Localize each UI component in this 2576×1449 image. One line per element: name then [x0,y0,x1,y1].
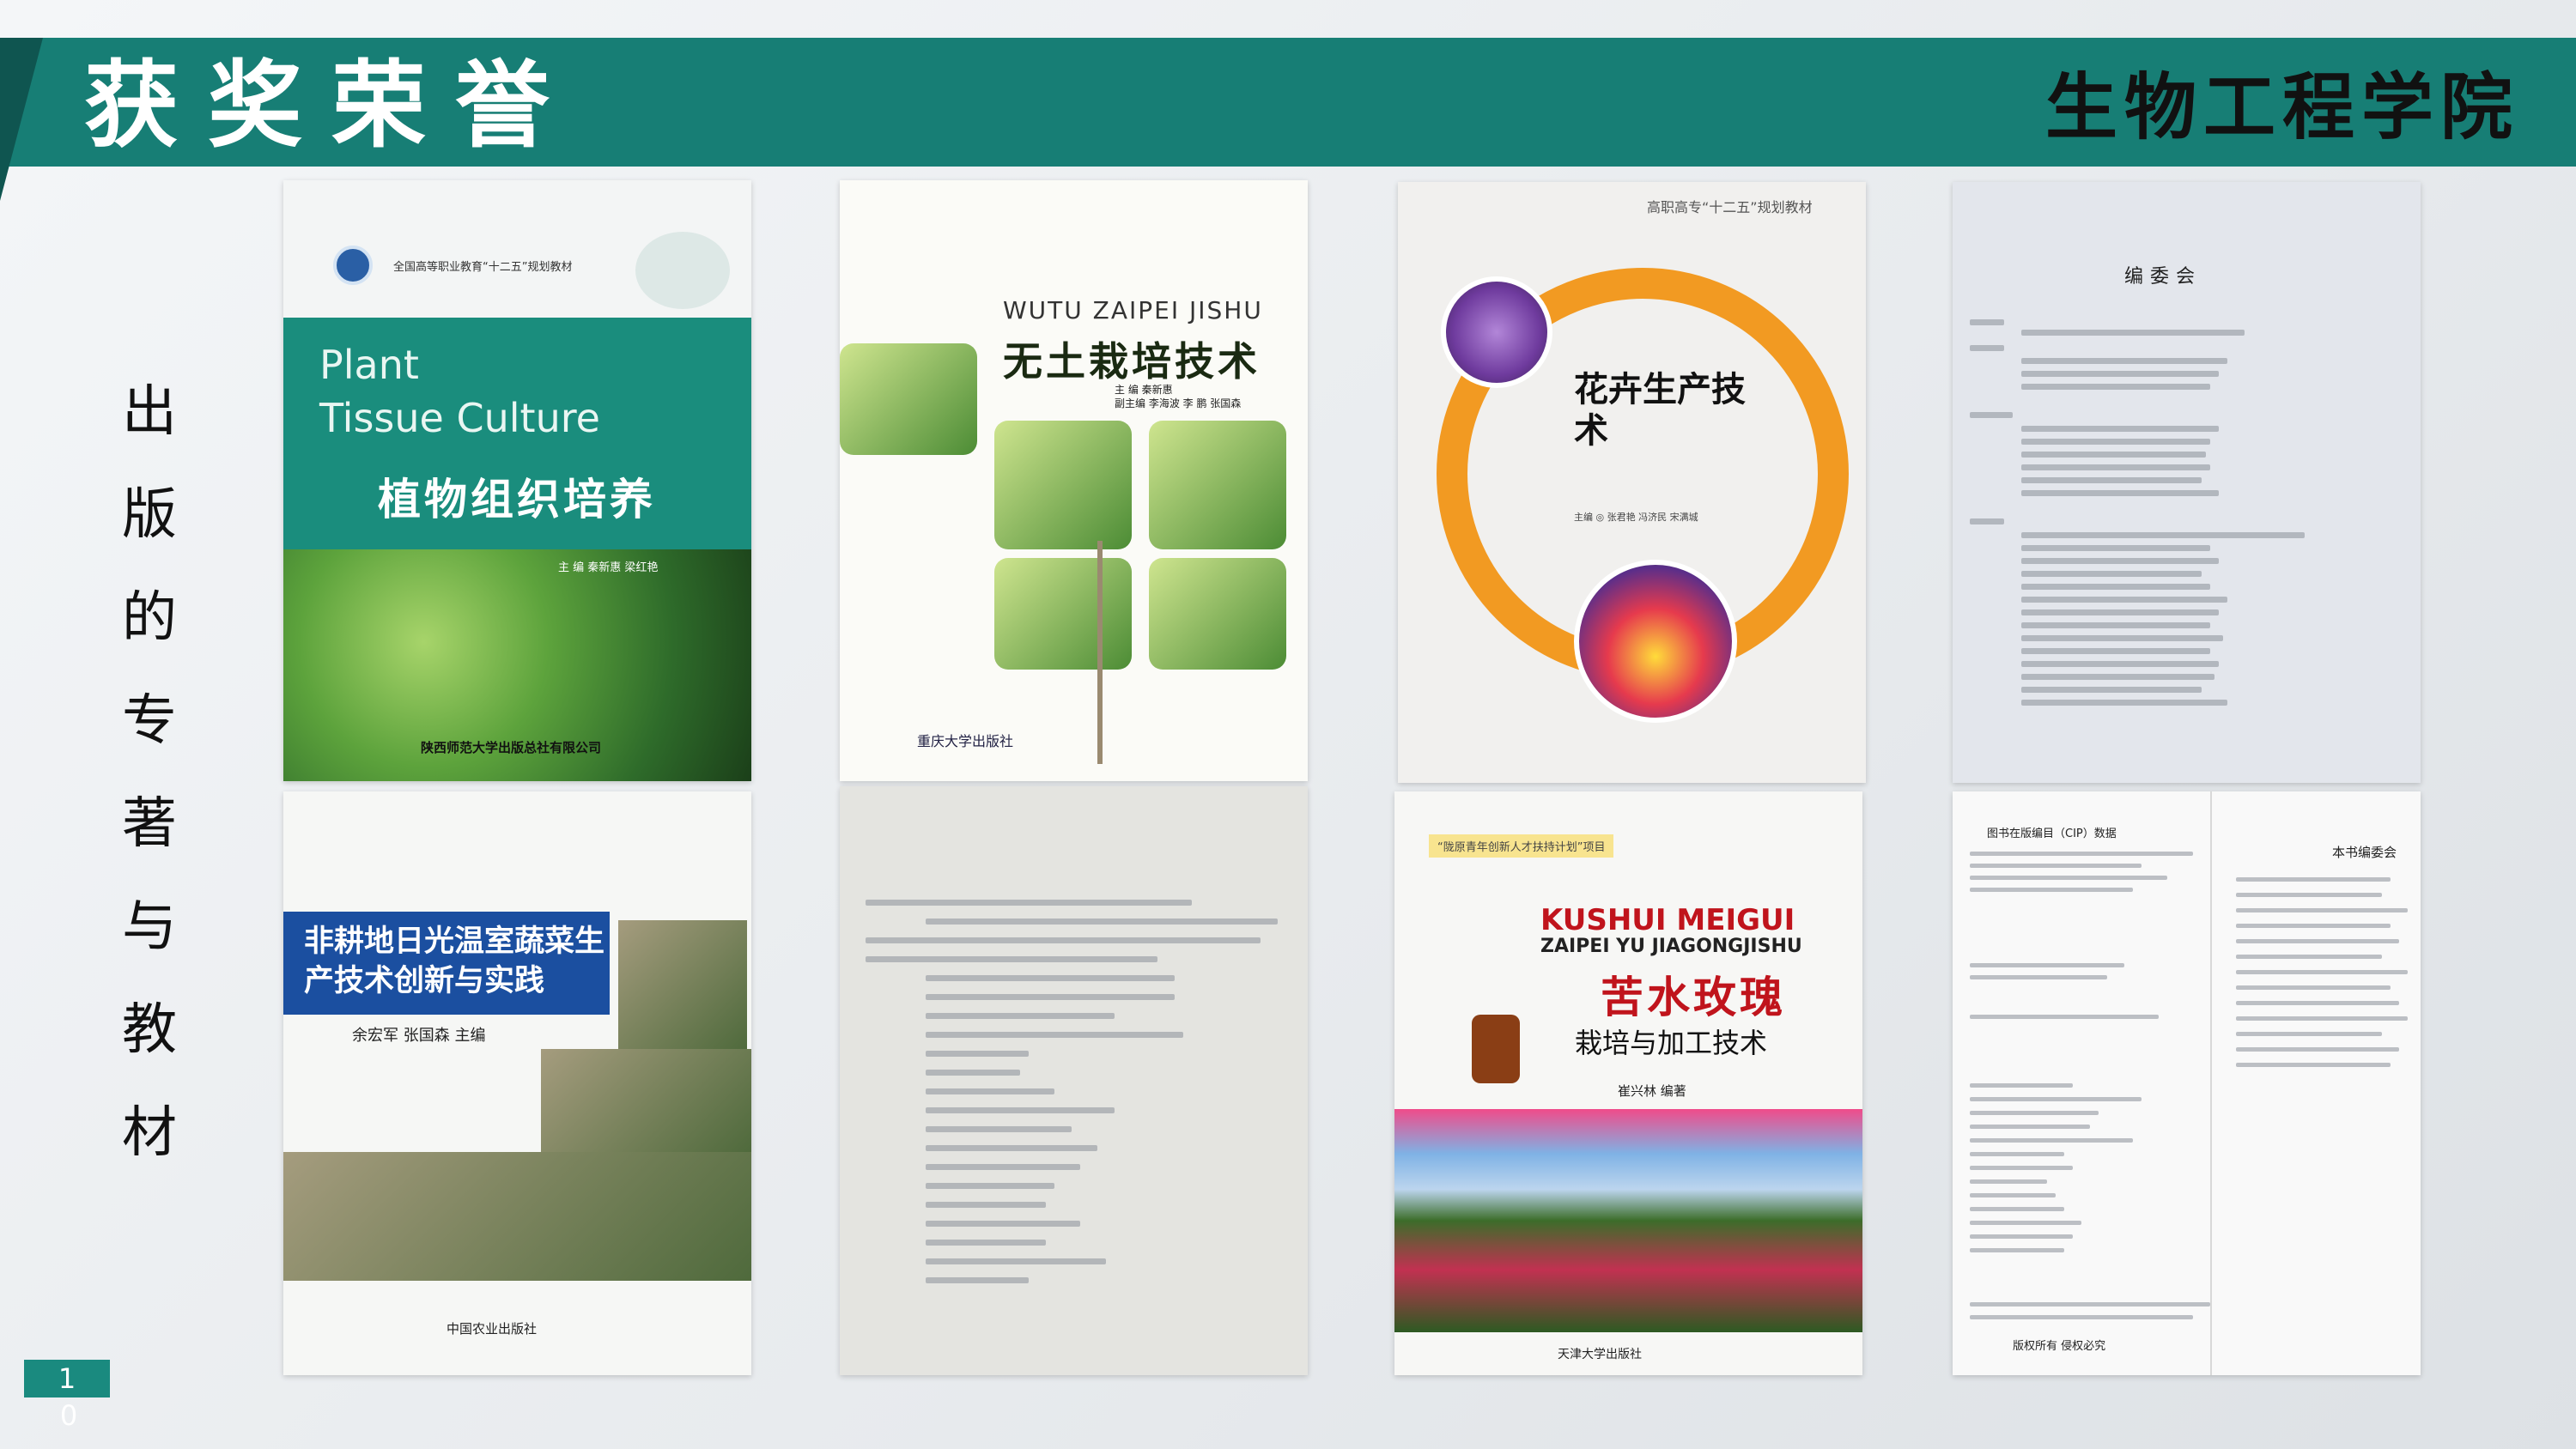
book-author-line2: 副主编 李海波 李 鹏 张国森 [1115,397,1242,409]
page-title: 获奖荣誉 [84,50,579,161]
book-project-tag: “陇原青年创新人才扶持计划”项目 [1429,834,1614,858]
book-subtitle-cn: 栽培与加工技术 [1575,1027,1768,1059]
book-author-line1: 主 编 秦新惠 [1115,384,1173,396]
cover-leaf-photo [1149,558,1286,670]
book-page-cip-spread: 图书在版编目（CIP）数据 本书编委会 版权所有 侵权必究 [1953,791,2421,1375]
book-author: 崔兴林 编著 [1618,1083,1686,1099]
book-publisher: 重庆大学出版社 [917,733,1014,749]
page-text-lines [840,786,1308,1375]
cover-leaf-photo [994,421,1132,549]
page-number-second-digit: 0 [59,1399,78,1432]
cover-flower-photo-tulips [1574,560,1737,723]
book-title-cn: 苦水玫瑰 [1601,973,1786,1022]
cover-photo-crops [283,1152,751,1281]
book-author: 主 编 秦新惠 梁红艳 [558,561,659,574]
cover-photo-rose-field [1394,1109,1862,1332]
book-title-cn: 非耕地日光温室蔬菜生产技术创新与实践 [304,925,605,998]
cover-photo-field [618,920,747,1049]
college-name: 生物工程学院 [2044,64,2519,149]
cover-plant-stem [1097,541,1103,764]
page-text-lines [1953,182,2421,783]
book-title-en-line2: Tissue Culture [319,395,600,441]
book-author: 余宏军 张国森 主编 [352,1027,486,1045]
page-text-lines [1953,791,2421,1375]
cover-leaf-photo [994,558,1132,670]
book-title-en-line2: ZAIPEI YU JIAGONGJISHU [1540,936,1802,957]
book-author: 主编 ◎ 张君艳 冯济民 宋满城 [1574,512,1698,523]
book-cover-flower-production: 高职高专“十二五”规划教材 花卉生产技术 主编 ◎ 张君艳 冯济民 宋满城 [1398,182,1866,783]
book-title-cn: 植物组织培养 [378,475,656,524]
book-series: 全国高等职业教育“十二五”规划教材 [393,261,573,274]
cover-photo-lab [635,232,730,309]
book-title-en: WUTU ZAIPEI JISHU [1003,296,1263,324]
cover-leaf-photo [1149,421,1286,549]
header-corner-accent [0,38,43,201]
book-page-editorial-committee: 编委会 [1953,182,2421,783]
book-authors: 主 编 秦新惠 副主编 李海波 李 鹏 张国森 [1115,383,1241,410]
cover-flower-photo-purple [1441,276,1552,388]
copyright-notice: 版权所有 侵权必究 [2013,1340,2106,1353]
book-title-cn: 花卉生产技术 [1574,370,1746,451]
book-title-cn: 无土栽培技术 [1003,338,1261,385]
cover-leaf-photo [840,343,977,455]
series-logo-icon [333,246,373,285]
book-cover-kushui-rose: “陇原青年创新人才扶持计划”项目 KUSHUI MEIGUI ZAIPEI YU… [1394,791,1862,1375]
book-publisher: 中国农业出版社 [447,1321,538,1337]
book-series: 高职高专“十二五”规划教材 [1647,199,1813,215]
book-title-en-line1: KUSHUI MEIGUI [1540,903,1795,937]
cover-oil-bottle [1472,1015,1520,1083]
book-cover-soilless-culture: WUTU ZAIPEI JISHU 无土栽培技术 主 编 秦新惠 副主编 李海波… [840,180,1308,781]
cover-photo-greenhouse [541,1049,751,1152]
book-page-author-list [840,786,1308,1375]
book-cover-greenhouse-vegetables: 非耕地日光温室蔬菜生产技术创新与实践 余宏军 张国森 主编 中国农业出版社 [283,791,751,1375]
section-caption: 出版的专著与教材 [122,380,177,1165]
page-number: 1 [24,1360,110,1397]
book-publisher: 天津大学出版社 [1558,1348,1642,1361]
book-title-en-line1: Plant [319,342,419,388]
book-cover-plant-tissue-culture: 全国高等职业教育“十二五”规划教材 Plant Tissue Culture 植… [283,180,751,781]
book-title-en: Plant Tissue Culture [319,338,600,445]
book-publisher: 陕西师范大学出版总社有限公司 [421,740,602,755]
